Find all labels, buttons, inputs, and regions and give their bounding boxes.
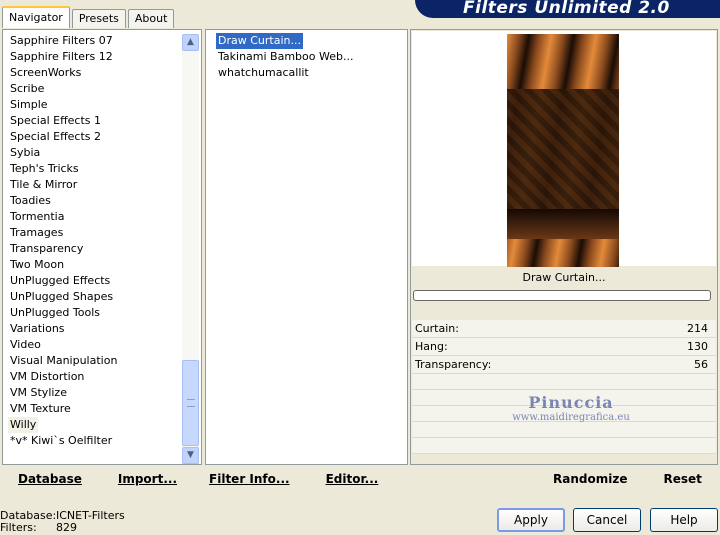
category-item[interactable]: Two Moon <box>3 257 201 273</box>
category-list[interactable]: Sapphire Filters 07 Sapphire Filters 12 Sc… <box>2 29 202 465</box>
app-brand-title: Filters Unlimited 2.0 <box>415 0 720 18</box>
right-toolbar: Randomize Reset <box>553 465 702 492</box>
category-item[interactable]: Tile & Mirror <box>3 177 201 193</box>
tab-navigator[interactable]: Navigator <box>2 6 70 28</box>
category-item[interactable]: VM Texture <box>3 401 201 417</box>
filter-item[interactable]: Takinami Bamboo Web... <box>206 49 407 65</box>
tab-presets[interactable]: Presets <box>71 9 126 28</box>
category-item[interactable]: UnPlugged Effects <box>3 273 201 289</box>
parameter-sliders: Curtain: 214 Hang: 130 Transparency: 56 <box>412 320 716 454</box>
slider-label: Transparency: <box>415 358 492 371</box>
tab-about[interactable]: About <box>127 9 175 28</box>
editor-button[interactable]: Editor... <box>326 472 379 486</box>
scroll-up-icon[interactable]: ▲ <box>182 34 199 51</box>
category-item[interactable]: Tormentia <box>3 209 201 225</box>
watermark: Pinuccia www.maidiregrafica.eu <box>512 393 630 423</box>
category-item[interactable]: Tramages <box>3 225 201 241</box>
progress-bar <box>413 290 711 301</box>
category-item[interactable]: Special Effects 2 <box>3 129 201 145</box>
category-item[interactable]: Transparency <box>3 241 201 257</box>
preview-image <box>507 34 619 267</box>
preview-panel: Draw Curtain... Curtain: 214 Hang: 130 T… <box>410 29 718 465</box>
category-item[interactable]: Willy <box>8 417 38 433</box>
category-item[interactable]: Special Effects 1 <box>3 113 201 129</box>
slider-transparency[interactable]: Transparency: 56 <box>412 356 716 374</box>
slider-value: 56 <box>694 358 708 371</box>
grip-icon <box>187 399 195 407</box>
category-item[interactable]: ScreenWorks <box>3 65 201 81</box>
filter-list[interactable]: Draw Curtain... Takinami Bamboo Web... wha… <box>205 29 408 465</box>
reset-button[interactable]: Reset <box>663 472 701 486</box>
category-item[interactable]: UnPlugged Tools <box>3 305 201 321</box>
slider-empty <box>412 374 716 390</box>
status-filters: Filters: 829 <box>0 521 77 534</box>
category-scrollbar[interactable]: ▲ ▼ <box>182 34 199 464</box>
slider-label: Curtain: <box>415 322 459 335</box>
category-item[interactable]: Visual Manipulation <box>3 353 201 369</box>
slider-curtain[interactable]: Curtain: 214 <box>412 320 716 338</box>
preview-area <box>412 31 716 267</box>
category-item[interactable]: UnPlugged Shapes <box>3 289 201 305</box>
category-item[interactable]: VM Stylize <box>3 385 201 401</box>
category-item[interactable]: Simple <box>3 97 201 113</box>
category-item[interactable]: Variations <box>3 321 201 337</box>
scroll-thumb[interactable] <box>182 360 199 446</box>
category-item[interactable]: Sybia <box>3 145 201 161</box>
category-item[interactable]: Scribe <box>3 81 201 97</box>
category-item[interactable]: VM Distortion <box>3 369 201 385</box>
scroll-down-icon[interactable]: ▼ <box>182 447 199 464</box>
category-item[interactable]: Sapphire Filters 07 <box>3 33 201 49</box>
slider-value: 130 <box>687 340 708 353</box>
import-button[interactable]: Import... <box>118 472 177 486</box>
slider-value: 214 <box>687 322 708 335</box>
slider-empty <box>412 438 716 454</box>
apply-button[interactable]: Apply <box>497 508 565 532</box>
category-item[interactable]: Sapphire Filters 12 <box>3 49 201 65</box>
cancel-button[interactable]: Cancel <box>573 508 641 532</box>
filter-caption: Draw Curtain... <box>522 271 606 284</box>
category-item[interactable]: Teph's Tricks <box>3 161 201 177</box>
help-button[interactable]: Help <box>650 508 718 532</box>
slider-label: Hang: <box>415 340 448 353</box>
left-toolbar: Database Import... Filter Info... Editor… <box>18 465 378 492</box>
filter-item[interactable]: whatchumacallit <box>206 65 407 81</box>
slider-hang[interactable]: Hang: 130 <box>412 338 716 356</box>
slider-empty <box>412 422 716 438</box>
randomize-button[interactable]: Randomize <box>553 472 627 486</box>
filter-item[interactable]: Draw Curtain... <box>216 33 303 49</box>
category-item[interactable]: Video <box>3 337 201 353</box>
filter-info-button[interactable]: Filter Info... <box>209 472 290 486</box>
database-button[interactable]: Database <box>18 472 82 486</box>
category-item[interactable]: *v* Kiwi`s Oelfilter <box>3 433 201 449</box>
category-item[interactable]: Toadies <box>3 193 201 209</box>
tab-strip: Navigator Presets About <box>2 6 176 28</box>
